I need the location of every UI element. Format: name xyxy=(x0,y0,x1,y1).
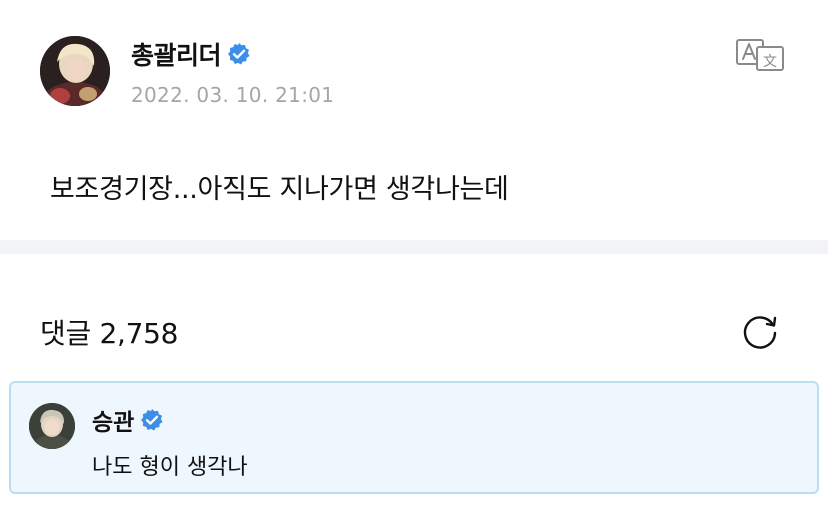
refresh-button[interactable] xyxy=(740,311,780,351)
post-header: 총괄리더 2022. 03. 10. 21:01 文 보조경기장...아직도 지… xyxy=(0,0,828,240)
post-body: 보조경기장...아직도 지나가면 생각나는데 xyxy=(50,174,509,205)
commenter-avatar[interactable] xyxy=(29,403,75,449)
commenter-name[interactable]: 승관 xyxy=(92,403,134,437)
section-divider xyxy=(0,240,828,254)
commenter-name-row: 승관 xyxy=(92,403,164,437)
author-name[interactable]: 총괄리더 xyxy=(131,36,222,72)
refresh-icon xyxy=(743,316,777,349)
verified-badge-icon xyxy=(140,408,164,432)
verified-badge-icon xyxy=(227,42,251,66)
translate-button[interactable]: 文 xyxy=(735,38,785,72)
avatar-image xyxy=(40,36,110,106)
avatar-image xyxy=(29,403,75,449)
svg-text:文: 文 xyxy=(763,54,777,70)
comment-item[interactable]: 승관 나도 형이 생각나 xyxy=(9,381,819,494)
author-name-row: 총괄리더 xyxy=(131,36,251,72)
translate-icon: 文 xyxy=(736,39,784,71)
comments-count: 댓글 2,758 xyxy=(40,317,179,350)
comment-text: 나도 형이 생각나 xyxy=(92,455,248,480)
post-timestamp: 2022. 03. 10. 21:01 xyxy=(131,83,335,107)
author-avatar[interactable] xyxy=(40,36,110,106)
